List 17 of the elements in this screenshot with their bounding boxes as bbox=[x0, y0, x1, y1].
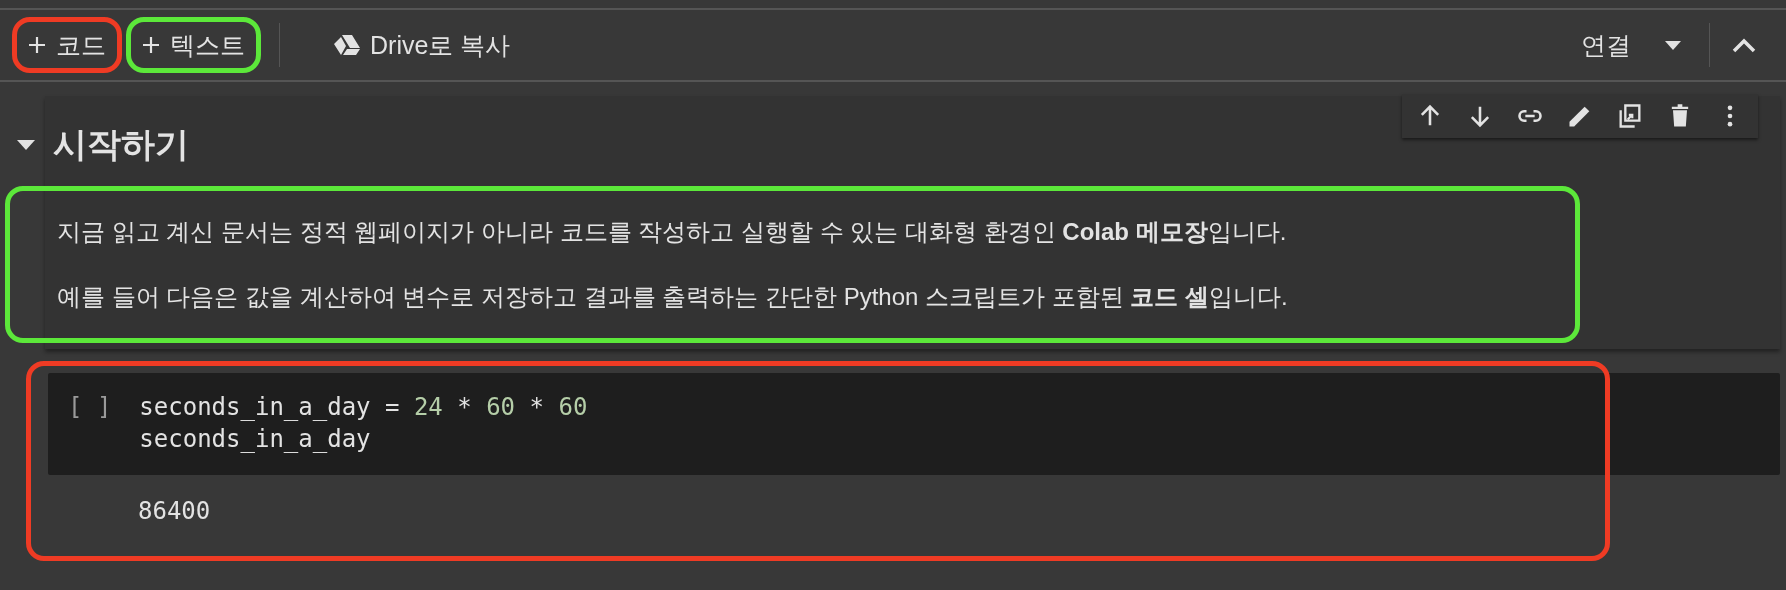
copy-to-drive-button[interactable]: Drive로 복사 bbox=[318, 17, 527, 73]
plus-icon bbox=[142, 36, 160, 54]
run-cell-prompt[interactable]: [ ] bbox=[68, 391, 112, 455]
collapse-caret-icon[interactable] bbox=[17, 140, 35, 150]
connect-button[interactable]: 연결 bbox=[1565, 17, 1697, 73]
add-button[interactable]: 텍스트 bbox=[126, 17, 261, 73]
code-line: seconds_in_a_day bbox=[139, 424, 372, 455]
paragraph: 지금 읽고 계신 문서는 정적 웹페이지가 아니라 코드를 작성하고 실행할 수 있는 대화형 환경인 Colab 메모장입니다. bbox=[57, 217, 1288, 247]
caret-icon bbox=[1665, 40, 1681, 50]
add-button[interactable]: 코드 bbox=[12, 17, 122, 73]
cell-output: 86400 bbox=[137, 496, 212, 527]
section-heading: 시작하기 bbox=[53, 124, 189, 165]
paragraph: 예를 들어 다음은 값을 계산하여 변수로 저장하고 결과를 출력하는 간단한 Python 스크립트가 포함된 코드 셀입니다. bbox=[57, 282, 1289, 312]
plus-icon bbox=[28, 36, 46, 54]
drive-icon bbox=[334, 34, 360, 56]
code-line: seconds_in_a_day = 24 * 60 * 60 bbox=[139, 392, 588, 423]
chevron-up-icon[interactable] bbox=[1732, 37, 1756, 53]
